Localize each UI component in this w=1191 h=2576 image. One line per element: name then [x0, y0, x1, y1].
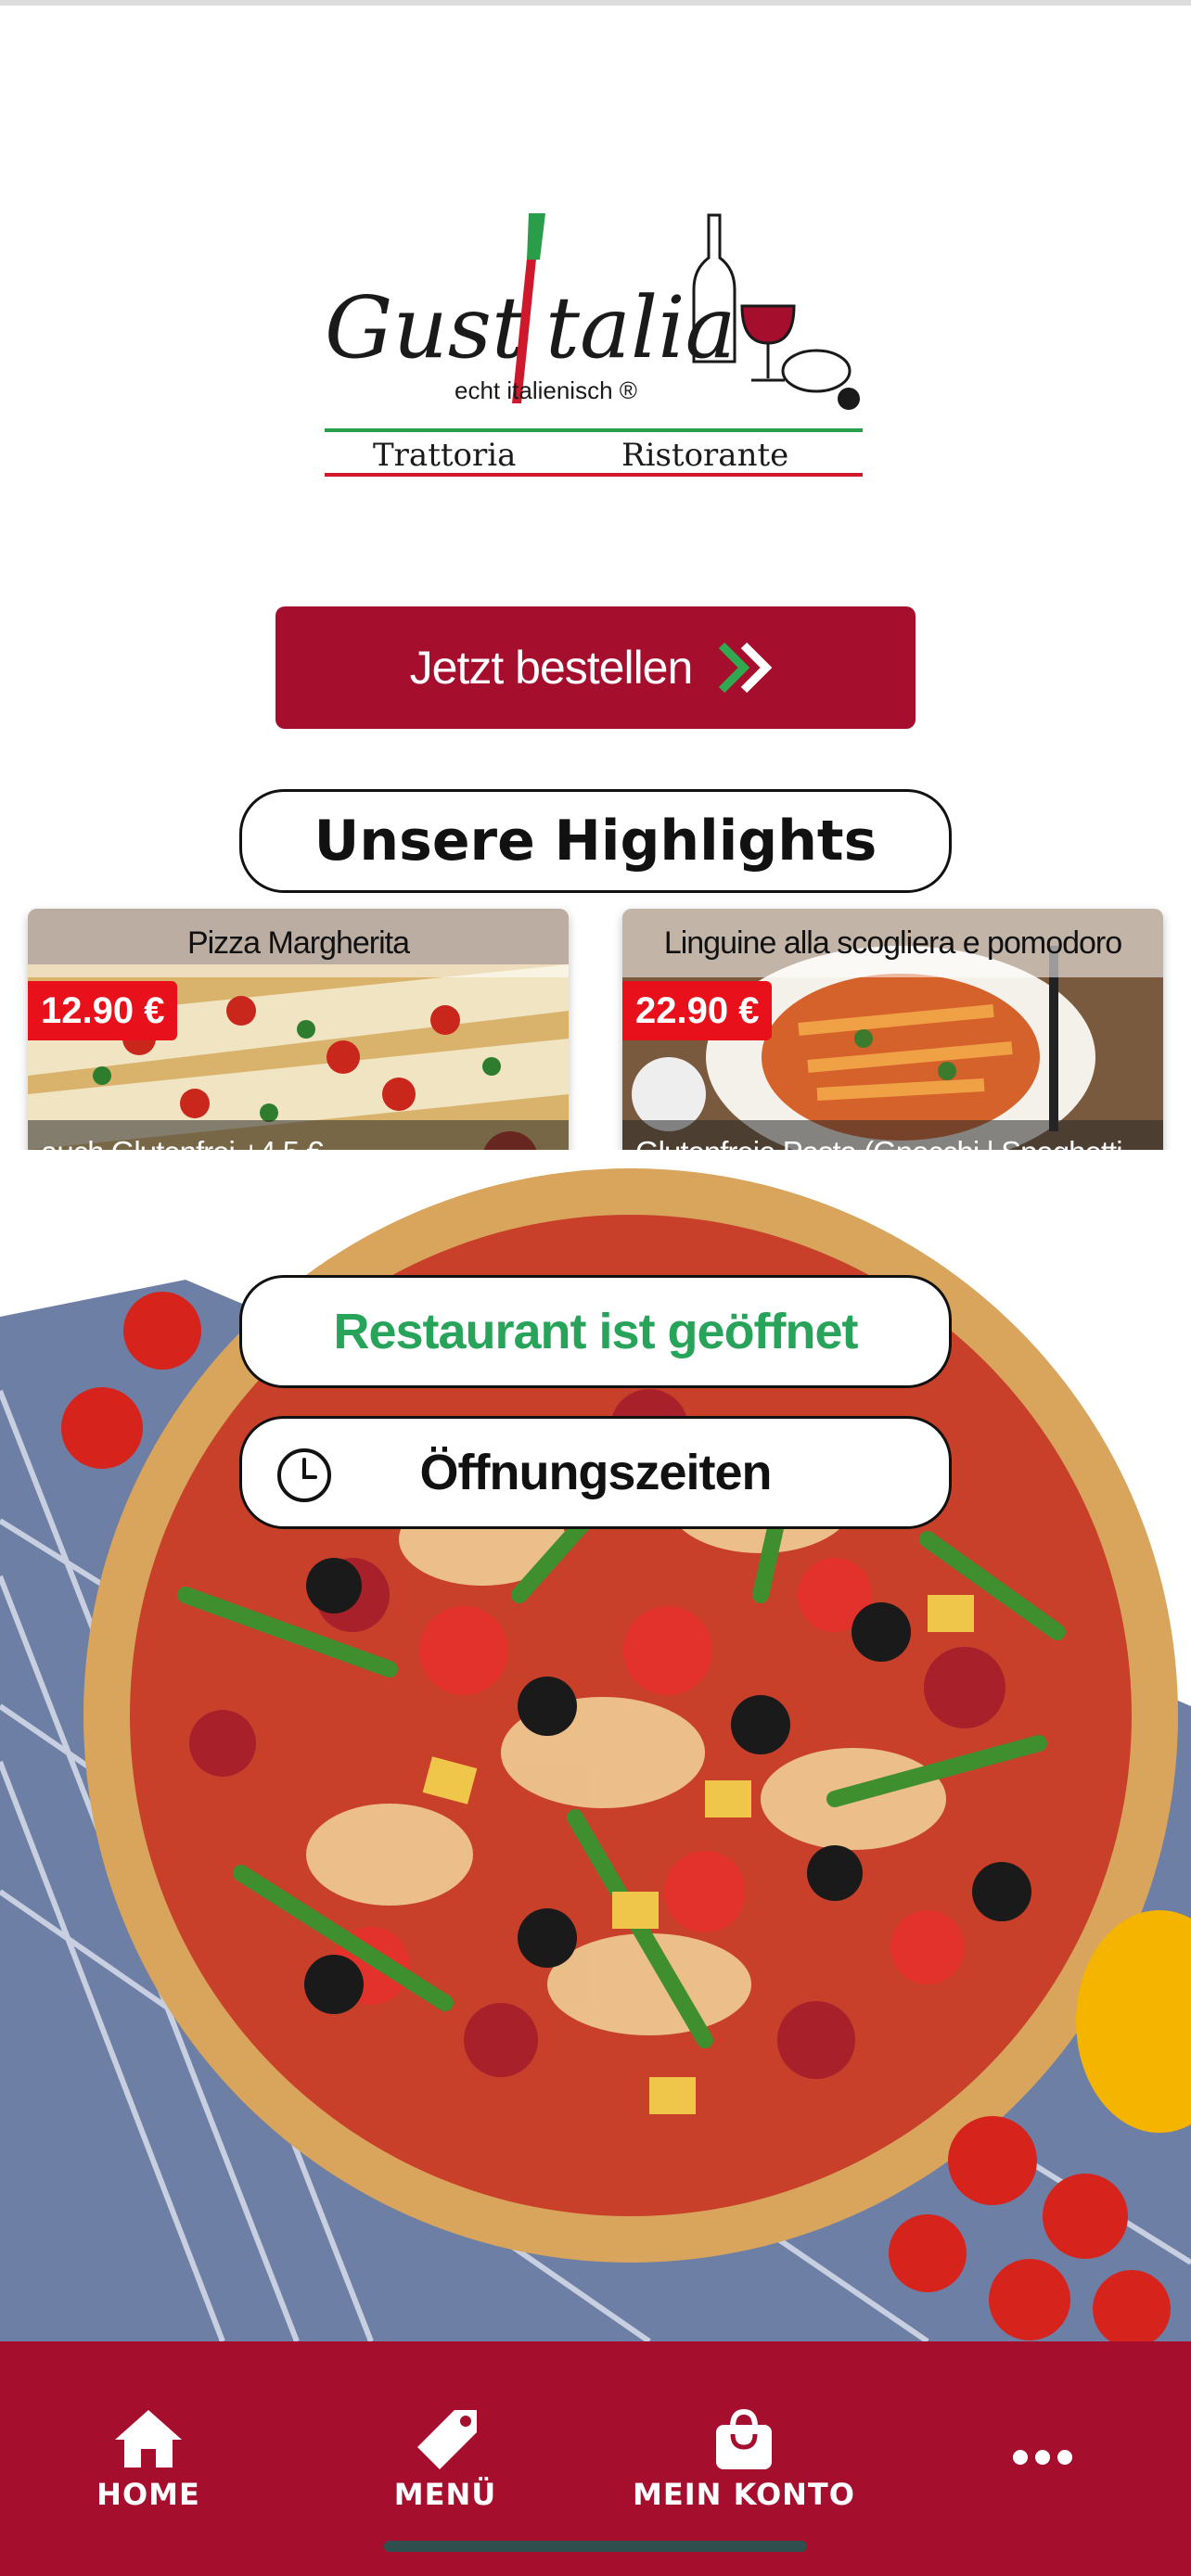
- svg-text:Ristorante: Ristorante: [621, 437, 788, 474]
- nav-more[interactable]: [931, 2443, 1154, 2477]
- order-now-label: Jetzt bestellen: [409, 642, 694, 694]
- svg-text:echt italienisch ®: echt italienisch ®: [455, 376, 637, 404]
- highlights-heading: Unsere Highlights: [239, 789, 952, 893]
- highlight-card-pizza-margherita[interactable]: Pizza Margherita 12.90 € auch Glutenfrei…: [28, 909, 569, 1185]
- order-now-button[interactable]: Jetzt bestellen: [275, 606, 916, 729]
- top-edge: [0, 0, 1191, 6]
- nav-home[interactable]: HOME: [37, 2406, 260, 2512]
- open-status-text: Restaurant ist geöffnet: [333, 1304, 858, 1359]
- nav-my-account-label: MEIN KONTO: [633, 2477, 855, 2512]
- home-indicator: [384, 2541, 807, 2552]
- price-badge: 12.90 €: [28, 981, 178, 1040]
- shopping-bag-icon: [716, 2408, 772, 2469]
- card-title: Linguine alla scogliera e pomodoro: [622, 909, 1163, 977]
- opening-hours-label: Öffnungszeiten: [419, 1445, 773, 1500]
- double-chevron-right-icon: [719, 642, 773, 694]
- highlight-card-linguine[interactable]: Linguine alla scogliera e pomodoro 22.90…: [622, 909, 1163, 1185]
- nav-my-account[interactable]: MEIN KONTO: [633, 2406, 855, 2512]
- svg-text:Trattoria: Trattoria: [373, 437, 516, 474]
- nav-home-label: HOME: [96, 2477, 200, 2512]
- nav-menu-label: MENÜ: [393, 2477, 497, 2512]
- opening-hours-button[interactable]: Öffnungszeiten: [239, 1416, 952, 1529]
- clock-icon: [277, 1448, 331, 1502]
- restaurant-logo: Gust talia echt italienisch ® Trattoria …: [315, 204, 872, 482]
- tag-icon: [417, 2410, 477, 2469]
- card-title: Pizza Margherita: [28, 909, 569, 977]
- restaurant-open-status: Restaurant ist geöffnet: [239, 1275, 952, 1388]
- home-icon: [115, 2410, 182, 2468]
- nav-menu[interactable]: MENÜ: [334, 2406, 557, 2512]
- more-icon: [1013, 2450, 1072, 2465]
- svg-text:Gust: Gust: [325, 278, 527, 377]
- price-badge: 22.90 €: [622, 981, 773, 1040]
- highlights-heading-text: Unsere Highlights: [314, 809, 877, 874]
